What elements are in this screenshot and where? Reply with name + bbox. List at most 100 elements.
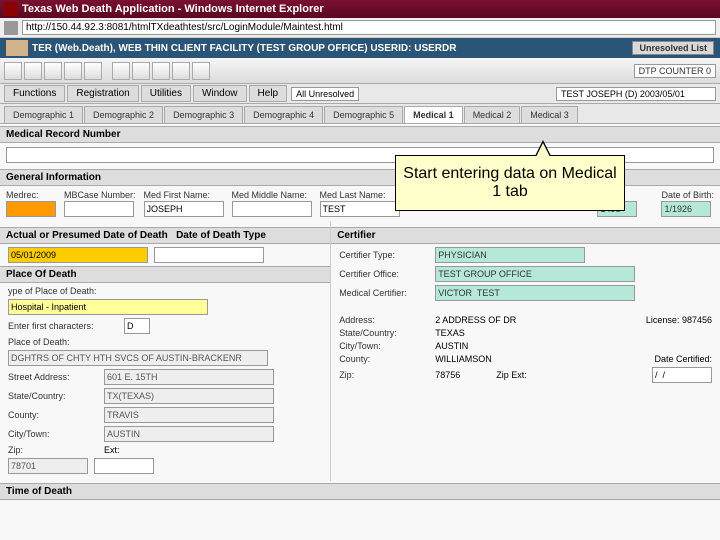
tab-medical-1[interactable]: Medical 1 — [404, 106, 463, 123]
label-cert-zip: Zip: — [339, 370, 429, 380]
callout-pointer-fill — [536, 143, 550, 157]
tab-demographic-5[interactable]: Demographic 5 — [324, 106, 403, 123]
cert-county-value: WILLIAMSON — [435, 354, 492, 364]
label-cert-office: Certifier Office: — [339, 269, 429, 279]
label-cert-city: City/Town: — [339, 341, 429, 351]
label-county: County: — [8, 410, 98, 420]
tab-demographic-4[interactable]: Demographic 4 — [244, 106, 323, 123]
label-medrec: Medrec: — [6, 190, 56, 200]
state-input[interactable] — [104, 388, 274, 404]
street-input[interactable] — [104, 369, 274, 385]
label-mbcase: MBCase Number: — [64, 190, 136, 200]
toolbar-new-icon[interactable] — [4, 62, 22, 80]
dob-input — [661, 201, 711, 217]
label-medcert: Medical Certifier: — [339, 288, 429, 298]
label-place-type: ype of Place of Death: — [8, 286, 118, 296]
tab-demographic-1[interactable]: Demographic 1 — [4, 106, 83, 123]
label-dob: Date of Birth: — [661, 190, 714, 200]
callout-annotation: Start entering data on Medical 1 tab — [395, 155, 625, 211]
date-certified-input[interactable] — [652, 367, 712, 383]
label-zip: Zip: — [8, 445, 98, 455]
menu-help[interactable]: Help — [249, 85, 288, 102]
toolbar-report-icon[interactable] — [172, 62, 190, 80]
toolbar-form-icon[interactable] — [132, 62, 150, 80]
tab-demographic-2[interactable]: Demographic 2 — [84, 106, 163, 123]
label-dod-actual: Actual or Presumed Date of Death — [6, 230, 168, 241]
menubar: Functions Registration Utilities Window … — [0, 84, 720, 104]
label-place: Place of Death: — [8, 337, 88, 347]
label-date-cert: Date Certified: — [654, 354, 712, 364]
app-title: TER (Web.Death), WEB THIN CLIENT FACILIT… — [32, 43, 456, 54]
menu-window[interactable]: Window — [193, 85, 247, 102]
place-name-dropdown[interactable] — [8, 350, 268, 366]
menu-utilities[interactable]: Utilities — [141, 85, 191, 102]
unresolved-list-button[interactable]: Unresolved List — [632, 41, 714, 55]
cert-office-input[interactable] — [435, 266, 635, 282]
mbcase-input[interactable] — [64, 201, 134, 217]
patient-dropdown[interactable]: TEST JOSEPH (D) 2003/05/01 — [556, 87, 716, 101]
label-cert-type: Certifier Type: — [339, 250, 429, 260]
window-title: Texas Web Death Application - Windows In… — [22, 3, 324, 15]
menu-functions[interactable]: Functions — [4, 85, 65, 102]
toolbar-export-icon[interactable] — [192, 62, 210, 80]
label-cert-state: State/Country: — [339, 328, 429, 338]
zip-ext-input[interactable] — [94, 458, 154, 474]
address-input[interactable] — [22, 20, 716, 35]
label-dod-type: Date of Death Type — [176, 230, 266, 241]
cert-state-value: TEXAS — [435, 328, 465, 338]
section-place: Place Of Death — [0, 266, 330, 283]
zip-input[interactable] — [8, 458, 88, 474]
toolbar-list-icon[interactable] — [152, 62, 170, 80]
toolbar-save-icon[interactable] — [44, 62, 62, 80]
city-input[interactable] — [104, 426, 274, 442]
tab-medical-3[interactable]: Medical 3 — [521, 106, 578, 123]
status-filter-dropdown[interactable]: All Unresolved — [291, 87, 359, 101]
lastname-input[interactable] — [320, 201, 400, 217]
section-mrn: Medical Record Number — [0, 126, 720, 143]
cert-address-value: 2 ADDRESS OF DR — [435, 315, 516, 325]
toolbar-open-icon[interactable] — [24, 62, 42, 80]
label-ext: Ext: — [104, 445, 164, 455]
cert-city-value: AUSTIN — [435, 341, 468, 351]
label-lastname: Med Last Name: — [320, 190, 400, 200]
menu-registration[interactable]: Registration — [67, 85, 138, 102]
app-icon — [4, 2, 18, 16]
label-state: State/Country: — [8, 391, 98, 401]
page-icon — [4, 21, 18, 35]
section-certifier: Certifier — [331, 227, 720, 244]
label-street: Street Address: — [8, 372, 98, 382]
callout-text: Start entering data on Medical 1 tab — [400, 165, 620, 201]
toolbar-search-icon[interactable] — [112, 62, 130, 80]
medrec-input[interactable] — [6, 201, 56, 217]
dtp-counter: DTP COUNTER 0 — [634, 64, 716, 78]
dod-type-dropdown[interactable] — [154, 247, 264, 263]
first-chars-input[interactable] — [124, 318, 150, 334]
label-cert-county: County: — [339, 354, 429, 364]
tab-medical-2[interactable]: Medical 2 — [464, 106, 521, 123]
label-firstname: Med First Name: — [144, 190, 224, 200]
county-input[interactable] — [104, 407, 274, 423]
app-logo — [6, 40, 28, 56]
toolbar-save2-icon[interactable] — [64, 62, 82, 80]
window-titlebar: Texas Web Death Application - Windows In… — [0, 0, 720, 18]
toolbar: DTP COUNTER 0 — [0, 58, 720, 84]
label-license: License: — [646, 315, 680, 325]
dod-date-input[interactable] — [8, 247, 148, 263]
label-cert-address: Address: — [339, 315, 429, 325]
tab-demographic-3[interactable]: Demographic 3 — [164, 106, 243, 123]
middlename-input[interactable] — [232, 201, 312, 217]
address-bar — [0, 18, 720, 38]
cert-type-dropdown[interactable] — [435, 247, 585, 263]
firstname-input[interactable] — [144, 201, 224, 217]
tab-bar: Demographic 1 Demographic 2 Demographic … — [0, 104, 720, 124]
toolbar-print-icon[interactable] — [84, 62, 102, 80]
cert-zip-value: 78756 — [435, 370, 460, 380]
label-first-chars: Enter first characters: — [8, 321, 118, 331]
section-dod: Actual or Presumed Date of Death Date of… — [0, 227, 330, 244]
license-value: 987456 — [682, 315, 712, 325]
place-type-dropdown[interactable] — [8, 299, 208, 315]
section-time-of-death: Time of Death — [0, 483, 720, 500]
label-city: City/Town: — [8, 429, 98, 439]
label-cert-zipext: Zip Ext: — [496, 370, 527, 380]
medcert-dropdown[interactable] — [435, 285, 635, 301]
